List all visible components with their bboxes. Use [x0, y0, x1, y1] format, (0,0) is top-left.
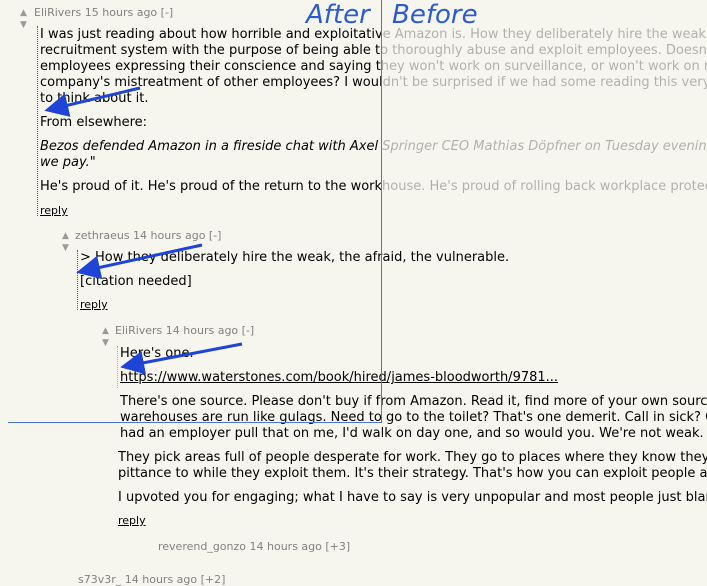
comment-line: pittance to while they exploit them. It'…: [118, 466, 707, 481]
comment-line: employees expressing their conscience an…: [381, 59, 707, 74]
comment-line: There's one source. Please don't buy if …: [120, 394, 707, 409]
reply-link[interactable]: reply: [118, 514, 146, 527]
comment-indent-guide: [117, 346, 119, 388]
comment-proud-line: He's proud of it. He's proud of the retu…: [40, 179, 381, 194]
comment-line: to think about it.: [40, 91, 149, 106]
comment-line: had an employer pull that on me, I'd wal…: [120, 426, 707, 441]
comment-line: recruitment system with the purpose of b…: [40, 43, 381, 58]
comment-line: [citation needed]: [80, 274, 192, 289]
comment-quote-line: Bezos defended Amazon in a fireside chat…: [381, 139, 707, 154]
collapsed-comment-meta[interactable]: s73v3r_ 14 hours ago [+2]: [78, 573, 225, 586]
comment-from-line: From elsewhere:: [40, 115, 148, 130]
comment-line: They pick areas full of people desperate…: [118, 450, 707, 465]
comment-quote-line: we pay.": [40, 155, 96, 170]
after-label: After: [306, 0, 370, 30]
divider-horizontal: [8, 422, 382, 423]
downvote-arrow-icon[interactable]: ▼: [102, 339, 109, 348]
collapsed-comment-meta[interactable]: reverend_gonzo 14 hours ago [+3]: [158, 540, 350, 553]
comment-line: Here's one.: [120, 346, 194, 361]
comment-body: I was just reading about how horrible an…: [40, 27, 381, 107]
comment-line: I upvoted you for engaging; what I have …: [118, 490, 707, 505]
comment-indent-guide: [77, 250, 79, 310]
before-region: I was just reading about how horrible an…: [381, 0, 707, 420]
comment-line: recruitment system with the purpose of b…: [381, 43, 707, 58]
comment-thread-page: ▲ ▼ EliRivers 15 hours ago [-] I was jus…: [0, 0, 707, 586]
downvote-arrow-icon[interactable]: ▼: [62, 244, 69, 253]
comment-line: company's mistreatment of other employee…: [381, 75, 707, 90]
comment-line: warehouses are run like gulags. Need to …: [120, 410, 707, 425]
divider-vertical: [381, 0, 382, 423]
upvote-arrow-icon[interactable]: ▲: [62, 232, 69, 241]
comment-quote-line: > How they deliberately hire the weak, t…: [80, 250, 510, 265]
comment-meta[interactable]: EliRivers 14 hours ago [-]: [115, 324, 254, 337]
upvote-arrow-icon[interactable]: ▲: [102, 327, 109, 336]
comment-quote-line: Bezos defended Amazon in a fireside chat…: [40, 139, 381, 154]
reply-link[interactable]: reply: [40, 204, 68, 217]
comment-body-before: I was just reading about how horrible an…: [381, 27, 707, 91]
before-label: Before: [392, 0, 478, 30]
comment-line: company's mistreatment of other employee…: [40, 75, 381, 90]
comment-meta[interactable]: zethraeus 14 hours ago [-]: [75, 229, 221, 242]
comment-proud-line: He's proud of it. He's proud of the retu…: [381, 179, 707, 194]
comment-line: employees expressing their conscience an…: [40, 59, 381, 74]
book-link[interactable]: https://www.waterstones.com/book/hired/j…: [120, 370, 558, 386]
reply-link[interactable]: reply: [80, 298, 108, 311]
